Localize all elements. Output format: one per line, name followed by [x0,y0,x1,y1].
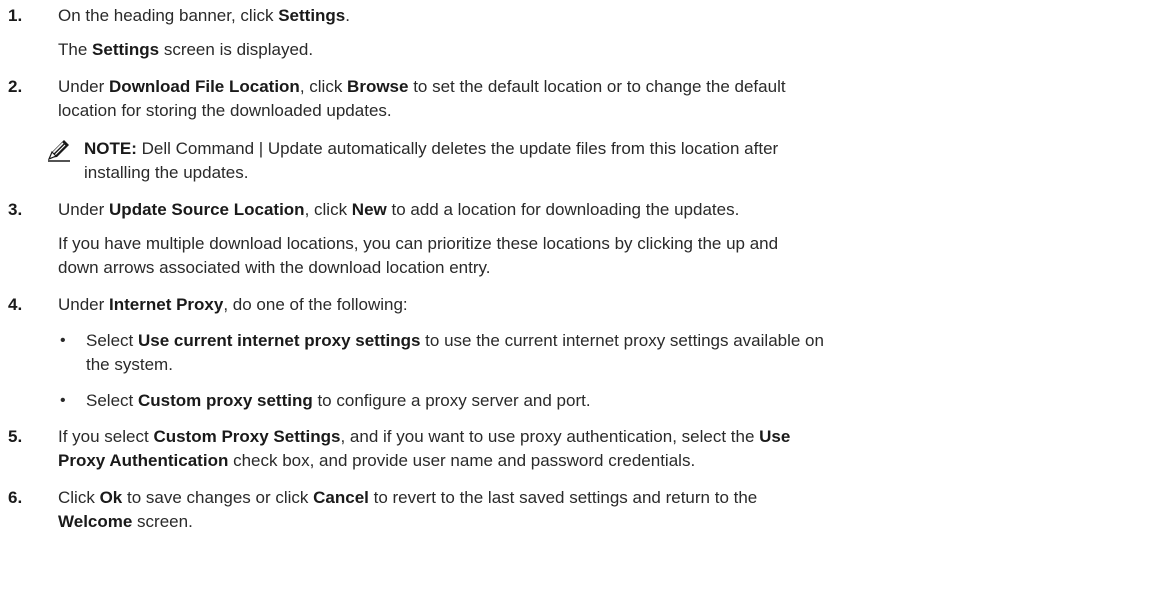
pencil-note-icon [46,137,84,165]
step-result: The Settings screen is displayed. [58,40,314,59]
step-number: 6. [8,488,23,507]
document-steps: 1. On the heading banner, click Settings… [0,0,1148,534]
list-item: • Select Use current internet proxy sett… [60,331,824,374]
list-item: • Select Custom proxy setting to configu… [58,389,1148,413]
step-2: 2. Under Download File Location, click B… [8,75,1148,185]
note-label: NOTE: [84,139,137,158]
step-line: Click Ok to save changes or click Cancel… [58,488,758,507]
step-body: Click Ok to save changes or click Cancel… [58,486,1148,534]
step-body: On the heading banner, click Settings. T… [58,4,1148,62]
step-number: 3. [8,200,23,219]
note-text: NOTE: Dell Command | Update automaticall… [84,139,779,182]
bullet-icon: • [60,332,66,349]
step-5: 5. If you select Custom Proxy Settings, … [8,425,1148,473]
step-extra: If you have multiple download locations,… [58,234,779,253]
step-line: Welcome screen. [58,512,193,531]
step-4: 4. Under Internet Proxy, do one of the f… [8,293,1148,425]
step-number: 5. [8,427,23,446]
step-1: 1. On the heading banner, click Settings… [8,4,1148,62]
step-number: 4. [8,295,23,314]
bullet-icon: • [60,392,66,409]
step-3: 3. Under Update Source Location, click N… [8,198,1148,280]
step-body: Under Update Source Location, click New … [58,198,1148,280]
step-number: 1. [8,6,23,25]
step-body: Under Internet Proxy, do one of the foll… [58,293,1148,425]
step-number: 2. [8,77,23,96]
note-block: NOTE: Dell Command | Update automaticall… [46,137,1148,185]
step-line: Proxy Authentication check box, and prov… [58,451,696,470]
step-line: If you select Custom Proxy Settings, and… [58,427,791,446]
step-line: Under Update Source Location, click New … [58,200,740,219]
step-line: Under Download File Location, click Brow… [58,77,786,96]
step-line: On the heading banner, click Settings. [58,6,350,25]
step-6: 6. Click Ok to save changes or click Can… [8,486,1148,534]
step-body: Under Download File Location, click Brow… [47,75,1148,185]
step-line: location for storing the downloaded upda… [58,101,392,120]
bullet-list: • Select Use current internet proxy sett… [58,329,1148,413]
step-body: If you select Custom Proxy Settings, and… [58,425,1148,473]
step-extra: down arrows associated with the download… [58,258,491,277]
step-line: Under Internet Proxy, do one of the foll… [58,295,408,314]
